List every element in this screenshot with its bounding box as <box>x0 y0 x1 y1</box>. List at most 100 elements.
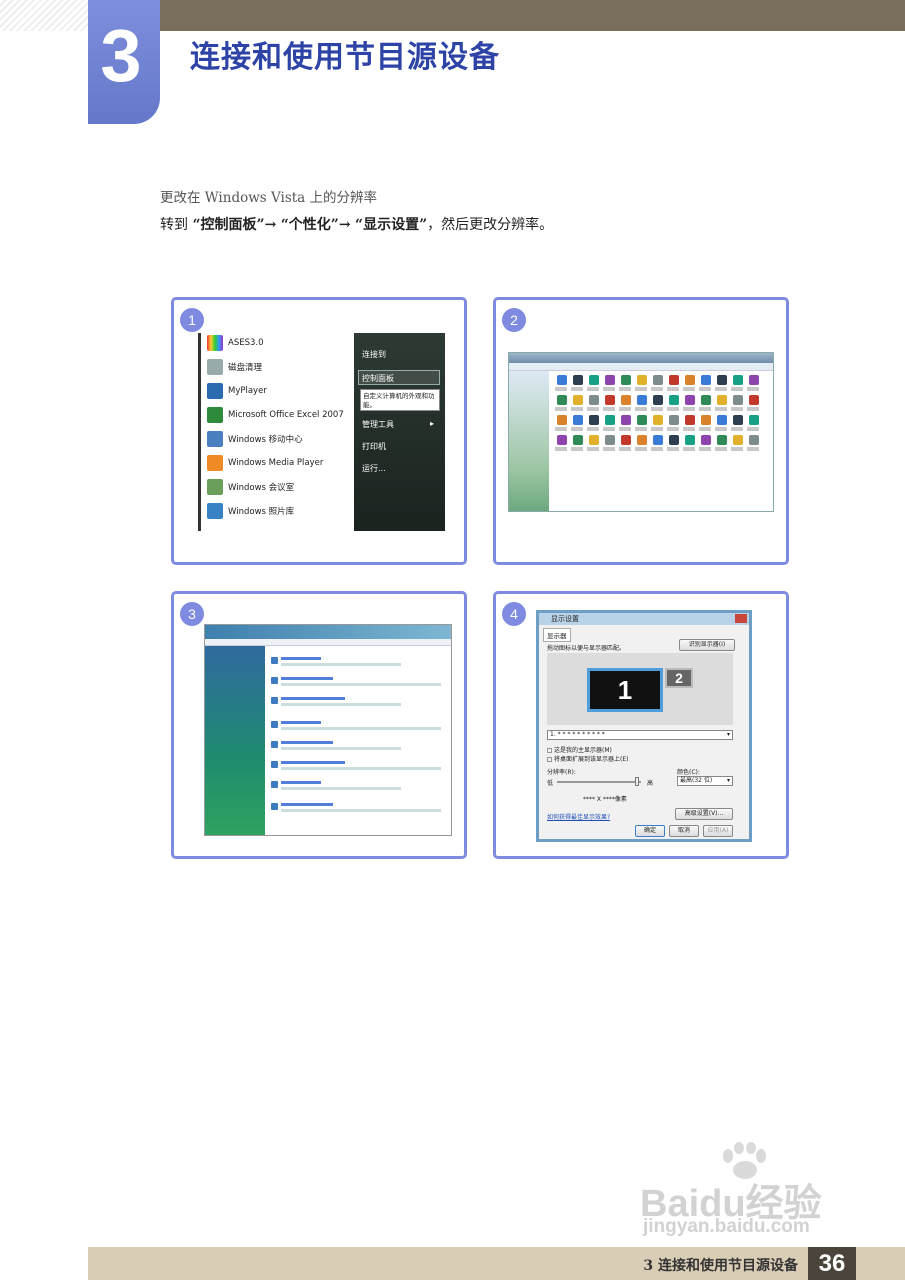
start-menu-item[interactable]: Windows Media Player <box>207 453 323 473</box>
applet-icon <box>653 415 663 425</box>
help-link[interactable]: 如何获得最佳显示效果? <box>547 812 610 821</box>
control-panel-applet[interactable] <box>587 375 602 391</box>
mobility-center-icon <box>207 431 223 447</box>
control-panel-applet[interactable] <box>555 375 570 391</box>
start-menu-item[interactable]: Windows 照片库 <box>207 501 294 521</box>
identify-monitors-button[interactable]: 识别显示器(I) <box>679 639 735 651</box>
tab-monitor[interactable]: 显示器 <box>543 628 571 642</box>
control-panel-applet[interactable] <box>571 435 586 451</box>
control-panel-applet[interactable] <box>667 415 682 431</box>
control-panel-applet[interactable] <box>747 435 762 451</box>
control-panel-applet[interactable] <box>747 375 762 391</box>
control-panel-applet[interactable] <box>699 395 714 411</box>
control-panel-applet[interactable] <box>651 395 666 411</box>
control-panel-applet[interactable] <box>683 375 698 391</box>
control-panel-applet[interactable] <box>635 415 650 431</box>
control-panel-applet[interactable] <box>619 415 634 431</box>
control-panel-applet[interactable] <box>651 435 666 451</box>
personalize-option-link[interactable] <box>281 803 333 806</box>
color-select[interactable]: 最高(32 位) ▾ <box>677 776 733 786</box>
advanced-settings-button[interactable]: 高级设置(V)... <box>675 808 733 820</box>
resolution-slider[interactable] <box>557 777 641 786</box>
applet-label <box>635 427 647 431</box>
chevron-down-icon: ▾ <box>726 777 730 784</box>
control-panel-applet[interactable] <box>683 435 698 451</box>
cancel-button[interactable]: 取消 <box>669 825 699 837</box>
control-panel-applet[interactable] <box>731 395 746 411</box>
personalize-option-link[interactable] <box>281 781 321 784</box>
control-panel-applet[interactable] <box>603 435 618 451</box>
apply-button[interactable]: 应用(A) <box>703 825 733 837</box>
start-menu-connect[interactable]: 连接到 <box>362 349 386 360</box>
control-panel-applet[interactable] <box>699 375 714 391</box>
start-menu-run[interactable]: 运行... <box>362 463 386 474</box>
control-panel-applet[interactable] <box>715 395 730 411</box>
primary-monitor-checkbox[interactable]: 这是我的主显示器(M) <box>547 745 612 754</box>
control-panel-applet[interactable] <box>731 415 746 431</box>
control-panel-applet[interactable] <box>571 415 586 431</box>
control-panel-applet[interactable] <box>651 415 666 431</box>
control-panel-applet[interactable] <box>571 395 586 411</box>
control-panel-applet[interactable] <box>619 375 634 391</box>
monitor-2[interactable]: 2 <box>665 668 693 688</box>
control-panel-applet[interactable] <box>667 375 682 391</box>
control-panel-applet[interactable] <box>555 415 570 431</box>
slider-thumb[interactable] <box>635 777 639 786</box>
applet-label <box>651 447 663 451</box>
start-menu-item[interactable]: Windows 会议室 <box>207 477 294 497</box>
start-menu-printers[interactable]: 打印机 <box>362 441 386 452</box>
personalize-option-link[interactable] <box>281 657 321 660</box>
control-panel-applet[interactable] <box>603 395 618 411</box>
start-menu-item[interactable]: 磁盘清理 <box>207 357 262 377</box>
control-panel-applet[interactable] <box>555 435 570 451</box>
start-menu-item[interactable]: ASES3.0 <box>207 333 264 353</box>
header-stripe-decoration <box>0 0 90 31</box>
control-panel-applet[interactable] <box>587 395 602 411</box>
start-menu-control-panel[interactable]: 控制面板 <box>362 373 394 384</box>
control-panel-applet[interactable] <box>715 375 730 391</box>
control-panel-applet[interactable] <box>667 435 682 451</box>
ok-button[interactable]: 确定 <box>635 825 665 837</box>
personalize-option-link[interactable] <box>281 677 333 680</box>
applet-icon <box>653 435 663 445</box>
control-panel-applet[interactable] <box>683 395 698 411</box>
close-icon[interactable] <box>735 614 747 623</box>
personalize-option-link[interactable] <box>281 697 345 700</box>
monitor-select[interactable]: 1. * * * * * * * * * * ▾ <box>547 730 733 740</box>
control-panel-applet[interactable] <box>619 395 634 411</box>
control-panel-applet[interactable] <box>715 415 730 431</box>
control-panel-applet[interactable] <box>587 415 602 431</box>
start-menu-item[interactable]: MyPlayer <box>207 381 267 401</box>
personalize-option-link[interactable] <box>281 741 333 744</box>
control-panel-applet[interactable] <box>699 435 714 451</box>
start-menu-item[interactable]: Microsoft Office Excel 2007 <box>207 405 344 425</box>
extend-desktop-checkbox[interactable]: 将桌面扩展到该显示器上(E) <box>547 754 628 763</box>
personalize-option-link[interactable] <box>281 761 345 764</box>
control-panel-applet[interactable] <box>587 435 602 451</box>
control-panel-applet[interactable] <box>715 435 730 451</box>
applet-icon <box>685 435 695 445</box>
applet-label <box>571 407 583 411</box>
control-panel-applet[interactable] <box>619 435 634 451</box>
control-panel-applet[interactable] <box>731 435 746 451</box>
monitor-1[interactable]: 1 <box>587 668 663 712</box>
applet-label <box>683 407 695 411</box>
control-panel-applet[interactable] <box>555 395 570 411</box>
control-panel-applet[interactable] <box>731 375 746 391</box>
applet-icon <box>669 375 679 385</box>
control-panel-applet[interactable] <box>699 415 714 431</box>
control-panel-applet[interactable] <box>635 395 650 411</box>
control-panel-applet[interactable] <box>651 375 666 391</box>
control-panel-applet[interactable] <box>683 415 698 431</box>
start-menu-admin-tools[interactable]: 管理工具 <box>362 419 394 430</box>
control-panel-applet[interactable] <box>571 375 586 391</box>
control-panel-applet[interactable] <box>603 415 618 431</box>
control-panel-applet[interactable] <box>603 375 618 391</box>
control-panel-applet[interactable] <box>747 395 762 411</box>
personalize-option-link[interactable] <box>281 721 321 724</box>
start-menu-item[interactable]: Windows 移动中心 <box>207 429 303 449</box>
control-panel-applet[interactable] <box>667 395 682 411</box>
control-panel-applet[interactable] <box>635 435 650 451</box>
control-panel-applet[interactable] <box>747 415 762 431</box>
control-panel-applet[interactable] <box>635 375 650 391</box>
